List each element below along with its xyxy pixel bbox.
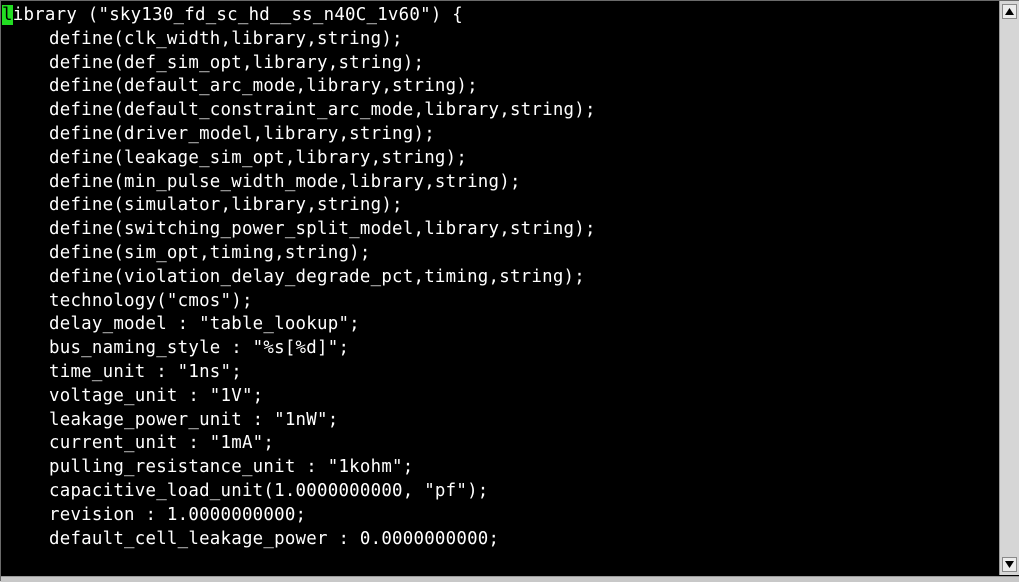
scroll-up-button[interactable] [1002, 4, 1017, 19]
scroll-down-button[interactable] [1002, 557, 1017, 572]
arrow-down-icon [1005, 561, 1014, 568]
window-bottom-border [1, 576, 1019, 582]
terminal-line: define(clk_width,library,string); [49, 28, 403, 49]
terminal-line: technology("cmos"); [49, 290, 253, 311]
vertical-scrollbar[interactable] [999, 1, 1019, 575]
text-cursor: l [2, 5, 13, 25]
terminal-line-library-header: library ("sky130_fd_sc_hd__ss_n40C_1v60"… [2, 4, 463, 28]
terminal-line: define(default_constraint_arc_mode,libra… [49, 100, 596, 121]
terminal-line: leakage_power_unit : "1nW"; [49, 409, 339, 430]
terminal-line: time_unit : "1ns"; [49, 362, 242, 382]
terminal-line: capacitive_load_unit(1.0000000000, "pf")… [49, 481, 489, 501]
terminal-line: revision : 1.0000000000; [49, 504, 307, 525]
terminal-line: voltage_unit : "1V"; [49, 385, 264, 406]
terminal-line: default_cell_leakage_power : 0.000000000… [49, 528, 500, 549]
terminal-line: define(def_sim_opt,library,string); [49, 52, 425, 73]
terminal-line: define(default_arc_mode,library,string); [49, 76, 478, 97]
terminal-line: delay_model : "table_lookup"; [49, 314, 360, 335]
arrow-up-icon [1005, 8, 1014, 15]
scrollbar-track[interactable] [1002, 21, 1017, 555]
terminal-text-area[interactable]: library ("sky130_fd_sc_hd__ss_n40C_1v60"… [2, 2, 998, 576]
terminal-line: define(violation_delay_degrade_pct,timin… [49, 266, 586, 287]
terminal-line: define(simulator,library,string); [49, 195, 403, 216]
library-header-text: ibrary ("sky130_fd_sc_hd__ss_n40C_1v60")… [12, 5, 463, 25]
terminal-line: define(driver_model,library,string); [49, 124, 435, 144]
terminal-line: define(min_pulse_width_mode,library,stri… [49, 171, 521, 192]
terminal-line: define(sim_opt,timing,string); [49, 243, 371, 263]
terminal-line: pulling_resistance_unit : "1kohm"; [49, 457, 414, 478]
terminal-line: current_unit : "1mA"; [49, 433, 275, 454]
terminal-window: library ("sky130_fd_sc_hd__ss_n40C_1v60"… [0, 0, 1019, 582]
terminal-line: bus_naming_style : "%s[%d]"; [49, 338, 350, 359]
terminal-line: define(switching_power_split_model,libra… [49, 219, 596, 240]
terminal-line: define(leakage_sim_opt,library,string); [49, 147, 468, 168]
